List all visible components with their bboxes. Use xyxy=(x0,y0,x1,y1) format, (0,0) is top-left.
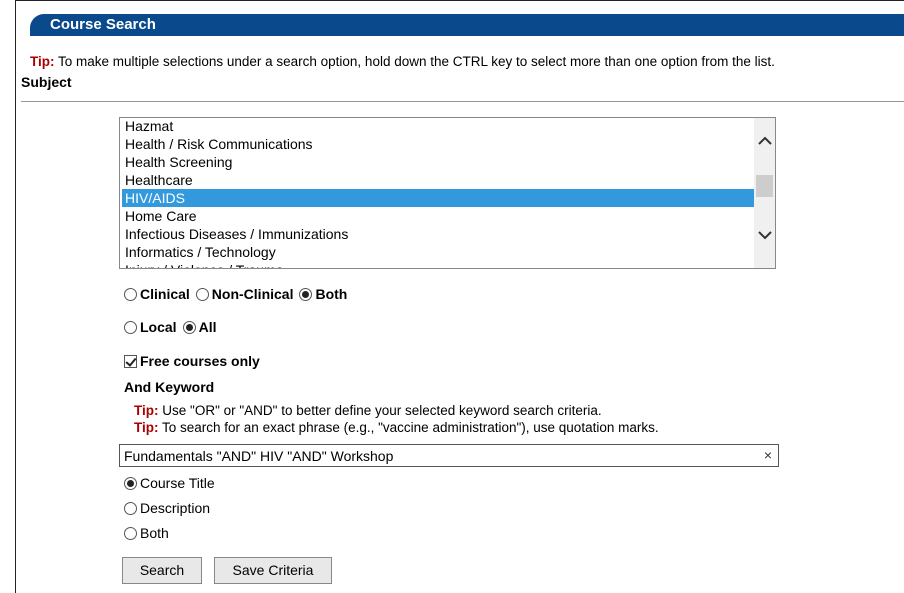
keyword-input[interactable]: Fundamentals "AND" HIV "AND" Workshop × xyxy=(119,444,779,467)
divider xyxy=(21,101,904,102)
chevron-down-icon[interactable] xyxy=(754,226,775,246)
field-option-both: Both xyxy=(124,525,169,541)
radio-local[interactable] xyxy=(124,320,137,334)
free-courses-checkbox[interactable] xyxy=(124,354,137,368)
free-courses-row: Free courses only xyxy=(124,353,260,369)
radio-label: Both xyxy=(315,286,348,302)
scroll-thumb[interactable] xyxy=(756,175,773,197)
radio-label: Non-Clinical xyxy=(211,286,294,302)
keyword-value[interactable]: Fundamentals "AND" HIV "AND" Workshop xyxy=(124,448,393,464)
radio-label: All xyxy=(198,319,217,335)
tip-text: Use "OR" or "AND" to better define your … xyxy=(162,403,602,418)
list-item[interactable]: Infectious Diseases / Immunizations xyxy=(122,225,754,243)
radio-label: Course Title xyxy=(140,475,215,491)
tip-label: Tip: xyxy=(134,420,159,435)
list-item[interactable]: Injury / Violence / Trauma xyxy=(122,261,754,268)
field-option-description: Description xyxy=(124,500,210,516)
list-item[interactable]: Healthcare xyxy=(122,171,754,189)
chevron-up-icon[interactable] xyxy=(754,132,775,152)
tip-text: To search for an exact phrase (e.g., "va… xyxy=(162,420,659,435)
list-item[interactable]: Health Screening xyxy=(122,153,754,171)
radio-both-clinical[interactable] xyxy=(299,287,313,301)
list-item[interactable]: Home Care xyxy=(122,207,754,225)
radio-both-field[interactable] xyxy=(124,526,137,540)
clinical-options: Clinical Non-Clinical Both xyxy=(124,286,347,302)
radio-description[interactable] xyxy=(124,501,137,515)
clear-icon[interactable]: × xyxy=(764,447,772,463)
subject-listbox[interactable]: Hazmat Health / Risk Communications Heal… xyxy=(119,117,776,269)
checkbox-label: Free courses only xyxy=(140,353,260,369)
save-criteria-button[interactable]: Save Criteria xyxy=(214,557,332,584)
keyword-tip-1: Tip: Use "OR" or "AND" to better define … xyxy=(134,403,602,418)
field-option-title: Course Title xyxy=(124,475,215,491)
tip-text: To make multiple selections under a sear… xyxy=(58,54,775,69)
search-button[interactable]: Search xyxy=(122,557,202,584)
tip-main: Tip: To make multiple selections under a… xyxy=(30,54,775,69)
page-title: Course Search xyxy=(30,14,904,36)
radio-non-clinical[interactable] xyxy=(195,287,209,301)
list-item[interactable]: Health / Risk Communications xyxy=(122,135,754,153)
radio-clinical[interactable] xyxy=(124,287,137,301)
frame-top-border xyxy=(15,0,904,1)
subject-label: Subject xyxy=(21,74,72,90)
radio-label: Description xyxy=(140,500,211,516)
radio-all[interactable] xyxy=(182,320,196,334)
radio-label: Clinical xyxy=(140,286,190,302)
list-item[interactable]: Informatics / Technology xyxy=(122,243,754,261)
frame-left-border xyxy=(15,0,16,593)
list-item[interactable]: Hazmat xyxy=(122,118,754,135)
keyword-tip-2: Tip: To search for an exact phrase (e.g.… xyxy=(134,420,659,435)
radio-label: Local xyxy=(140,319,177,335)
tip-label: Tip: xyxy=(134,403,159,418)
listbox-scrollbar[interactable] xyxy=(754,118,775,268)
keyword-label: And Keyword xyxy=(124,379,215,395)
list-item-selected[interactable]: HIV/AIDS xyxy=(122,189,754,207)
radio-course-title[interactable] xyxy=(124,476,137,490)
scope-options: Local All xyxy=(124,319,216,335)
radio-label: Both xyxy=(140,525,169,541)
tip-label: Tip: xyxy=(30,54,55,69)
